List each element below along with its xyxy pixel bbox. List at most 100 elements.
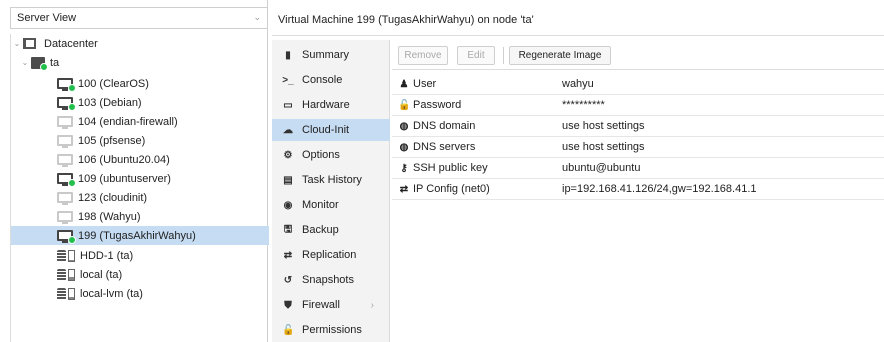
row-key: SSH public key [413, 162, 488, 174]
toolbar: Remove Edit Regenerate Image [392, 40, 884, 70]
list-icon: ▤ [283, 174, 293, 186]
tree-storage-local-lvm[interactable]: local-lvm (ta) [11, 284, 269, 303]
menu-item-label: Console [302, 74, 343, 86]
menu-item-label: Task History [302, 174, 362, 186]
tree-label: 198 (Wahyu) [78, 210, 141, 223]
terminal-icon: >_ [282, 74, 294, 86]
cloud-init-row-dns-servers[interactable]: ◍ DNS servers use host settings [392, 137, 884, 158]
tree-vm-123[interactable]: 123 (cloudinit) [11, 188, 269, 207]
tree-label: 104 (endian-firewall) [78, 115, 178, 128]
cloud-init-row-ssh-key[interactable]: ⚷ SSH public key ubuntu@ubuntu [392, 158, 884, 179]
cloud-init-row-user[interactable]: ♟ User wahyu [392, 74, 884, 95]
tree-label: local (ta) [80, 268, 123, 281]
tree-vm-199[interactable]: 199 (TugasAkhirWahyu) [11, 226, 269, 245]
menu-item-summary[interactable]: ▮ Summary [272, 44, 390, 66]
panel-header: Virtual Machine 199 (TugasAkhirWahyu) on… [272, 0, 884, 36]
storage-icon [57, 268, 77, 281]
menu-item-label: Firewall [302, 299, 340, 311]
menu-item-replication[interactable]: ⇄ Replication [272, 244, 390, 266]
tree-vm-106[interactable]: 106 (Ubuntu20.04) [11, 150, 269, 169]
cloud-init-row-ip-config[interactable]: ⇄ IP Config (net0) ip=192.168.41.126/24,g… [392, 179, 884, 200]
tree-node-ta[interactable]: ⌄ ta [11, 53, 269, 72]
book-icon: ▮ [285, 49, 291, 61]
menu-item-console[interactable]: >_ Console [272, 69, 390, 91]
row-value: ********** [562, 99, 605, 111]
chevron-down-icon[interactable]: ⌄ [253, 12, 261, 23]
menu-item-snapshots[interactable]: ↺ Snapshots [272, 269, 390, 291]
vm-running-icon [57, 230, 76, 244]
menu-item-firewall[interactable]: ⛊ Firewall › [272, 294, 390, 316]
row-key: IP Config (net0) [413, 183, 490, 195]
datacenter-icon [23, 37, 39, 50]
tree-vm-109[interactable]: 109 (ubuntuserver) [11, 169, 269, 188]
monitor-icon: ▭ [283, 99, 293, 111]
tree-label: local-lvm (ta) [80, 287, 143, 300]
vm-running-icon [57, 97, 76, 111]
resource-tree: ⌄ Datacenter ⌄ ta 100 (ClearOS) 103 (Deb… [10, 34, 269, 342]
vm-running-icon [57, 173, 76, 187]
tree-vm-100[interactable]: 100 (ClearOS) [11, 74, 269, 93]
gear-icon: ⚙ [283, 149, 293, 161]
vm-stopped-icon [57, 192, 73, 205]
node-icon [31, 56, 48, 71]
resource-tree-panel: Server View ⌄ ⌄ Datacenter ⌄ ta 100 (Cle… [0, 0, 269, 342]
row-value: use host settings [562, 141, 645, 153]
tree-vm-198[interactable]: 198 (Wahyu) [11, 207, 269, 226]
menu-item-label: Backup [302, 224, 339, 236]
tree-label: 103 (Debian) [78, 96, 142, 109]
cloud-init-row-dns-domain[interactable]: ◍ DNS domain use host settings [392, 116, 884, 137]
row-key: User [413, 78, 437, 90]
menu-item-label: Options [302, 149, 340, 161]
regenerate-image-button[interactable]: Regenerate Image [509, 46, 611, 65]
floppy-icon: 🖫 [283, 223, 293, 235]
tree-label: 106 (Ubuntu20.04) [78, 153, 170, 166]
collapse-toggle-icon[interactable]: ⌄ [19, 58, 31, 67]
tree-label: 109 (ubuntuserver) [78, 172, 171, 185]
collapse-toggle-icon[interactable]: ⌄ [11, 39, 23, 48]
chevron-right-icon[interactable]: › [371, 300, 374, 311]
menu-item-task-history[interactable]: ▤ Task History [272, 169, 390, 191]
globe-icon: ◍ [399, 120, 409, 132]
globe-icon: ◍ [399, 141, 409, 153]
toolbar-divider [503, 47, 504, 64]
tree-vm-105[interactable]: 105 (pfsense) [11, 131, 269, 150]
view-selector-label: Server View [17, 12, 77, 24]
tree-label: Datacenter [44, 37, 98, 50]
menu-item-label: Summary [302, 49, 350, 61]
menu-item-label: Monitor [302, 199, 339, 211]
edit-button[interactable]: Edit [457, 46, 495, 65]
menu-item-hardware[interactable]: ▭ Hardware [272, 94, 390, 116]
menu-item-label: Snapshots [302, 274, 354, 286]
storage-icon [57, 249, 77, 262]
remove-button[interactable]: Remove [398, 46, 448, 65]
menu-item-monitor[interactable]: ◉ Monitor [272, 194, 390, 216]
cloud-init-row-password[interactable]: 🔓 Password ********** [392, 95, 884, 116]
key-icon: ⚷ [400, 162, 408, 174]
retweet-icon: ⇄ [283, 249, 293, 261]
exchange-icon: ⇄ [399, 183, 409, 195]
tree-vm-104[interactable]: 104 (endian-firewall) [11, 112, 269, 131]
tree-storage-hdd1[interactable]: HDD-1 (ta) [11, 246, 269, 265]
tree-datacenter[interactable]: ⌄ Datacenter [11, 34, 269, 53]
vm-stopped-icon [57, 116, 73, 129]
menu-item-label: Replication [302, 249, 357, 261]
menu-item-options[interactable]: ⚙ Options [272, 144, 390, 166]
row-value: use host settings [562, 120, 645, 132]
user-icon: ♟ [399, 78, 409, 90]
menu-item-backup[interactable]: 🖫 Backup [272, 219, 390, 241]
shield-icon: ⛊ [284, 299, 292, 311]
tree-label: ta [50, 56, 60, 69]
menu-item-label: Cloud-Init [302, 124, 350, 136]
tree-label: 199 (TugasAkhirWahyu) [78, 229, 196, 242]
menu-item-cloud-init[interactable]: ☁ Cloud-Init [272, 119, 390, 141]
tree-vm-103[interactable]: 103 (Debian) [11, 93, 269, 112]
cloud-icon: ☁ [283, 124, 293, 136]
tree-storage-local[interactable]: local (ta) [11, 265, 269, 284]
eye-icon: ◉ [283, 199, 293, 211]
view-selector[interactable]: Server View ⌄ [10, 7, 268, 29]
page-title: Virtual Machine 199 (TugasAkhirWahyu) on… [278, 14, 534, 26]
unlock-icon: 🔓 [398, 99, 411, 111]
menu-item-permissions[interactable]: 🔓 Permissions [272, 319, 390, 341]
cloud-init-panel: Remove Edit Regenerate Image ♟ User wahyu… [392, 40, 884, 342]
vm-stopped-icon [57, 135, 73, 148]
